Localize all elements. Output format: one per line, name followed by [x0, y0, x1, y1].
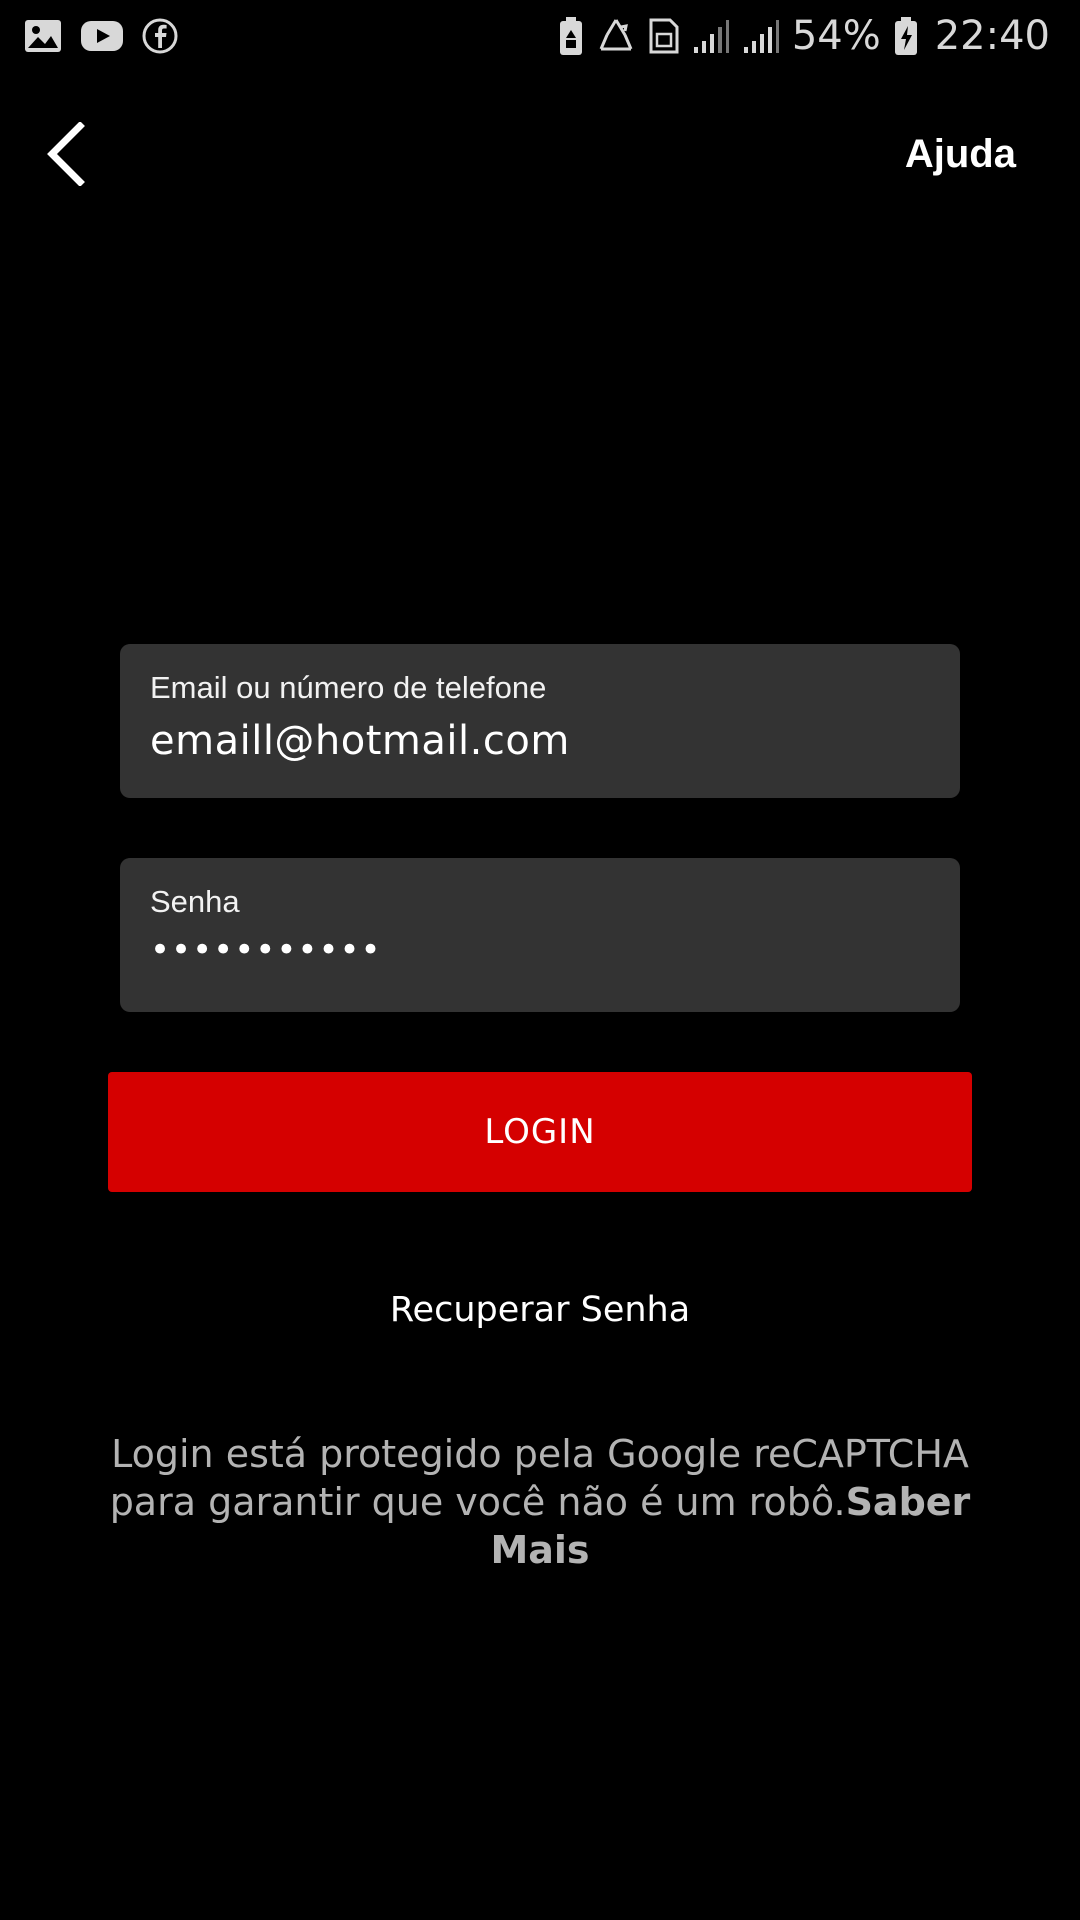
login-button[interactable]: LOGIN [108, 1072, 972, 1192]
chevron-left-icon [44, 120, 88, 191]
notification-icons [24, 16, 178, 56]
email-field-value[interactable]: emaill@hotmail.com [150, 718, 570, 764]
youtube-icon [80, 20, 124, 52]
gallery-icon [24, 19, 62, 53]
password-field[interactable]: Senha ••••••••••• [120, 858, 960, 1012]
password-field-value[interactable]: ••••••••••• [150, 930, 382, 970]
battery-percent: 54% [791, 13, 881, 59]
signal-icon [692, 17, 730, 55]
battery-icon [893, 16, 919, 56]
recover-password-link[interactable]: Recuperar Senha [0, 1290, 1080, 1330]
recaptcha-text: Login está protegido pela Google reCAPTC… [109, 1432, 969, 1524]
sim-card-icon [648, 17, 680, 55]
clock: 22:40 [934, 13, 1050, 59]
battery-saver-icon [558, 16, 584, 56]
signal-icon [742, 17, 780, 55]
password-field-label: Senha [150, 884, 240, 919]
email-field-label: Email ou número de telefone [150, 670, 547, 705]
system-indicators: 54% 22:40 [558, 12, 1050, 60]
status-bar: 54% 22:40 [0, 0, 1080, 72]
facebook-icon [142, 18, 178, 54]
back-button[interactable] [40, 120, 92, 191]
help-link[interactable]: Ajuda [905, 132, 1016, 177]
recaptcha-notice: Login está protegido pela Google reCAPTC… [100, 1430, 980, 1574]
email-field[interactable]: Email ou número de telefone emaill@hotma… [120, 644, 960, 798]
recycle-icon [596, 17, 636, 55]
